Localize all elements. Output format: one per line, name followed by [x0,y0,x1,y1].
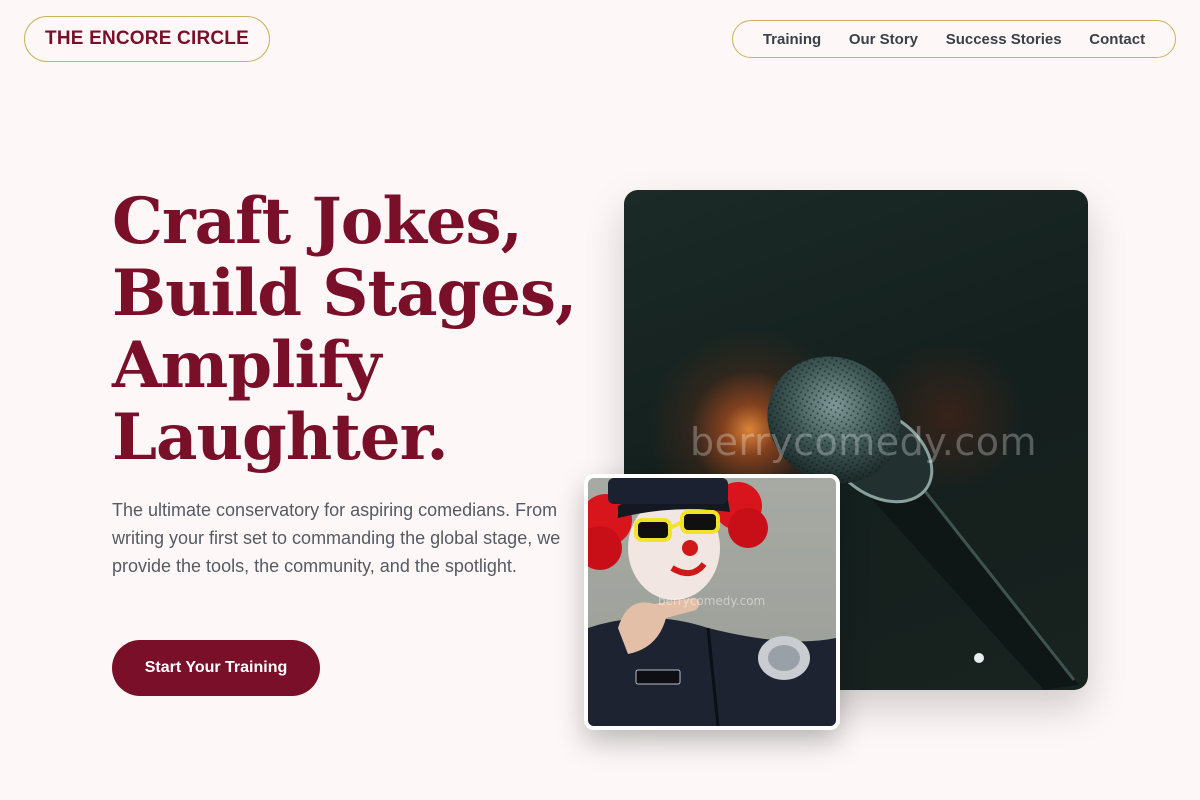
hero-title-line-3: Amplify [112,328,381,403]
hero-title-line-4: Laughter. [112,400,449,475]
hero-title-line-2: Build Stages, [112,256,577,331]
hero-title: Craft Jokes, Build Stages, Amplify Laugh… [112,186,592,474]
nav-link-success-stories[interactable]: Success Stories [946,31,1062,48]
site-logo[interactable]: THE ENCORE CIRCLE [24,16,270,62]
nav-link-contact[interactable]: Contact [1089,31,1145,48]
inset-watermark: berrycomedy.com [658,594,766,608]
nav-link-our-story[interactable]: Our Story [849,31,918,48]
main-nav: Training Our Story Success Stories Conta… [732,20,1176,58]
hero-title-line-1: Craft Jokes, [112,184,523,259]
start-training-button[interactable]: Start Your Training [112,640,320,696]
nav-link-training[interactable]: Training [763,31,821,48]
photo-watermark: berrycomedy.com [690,420,1038,464]
hero-subtitle: The ultimate conservatory for aspiring c… [112,500,561,576]
clown-police-photo: berrycomedy.com [584,474,840,730]
